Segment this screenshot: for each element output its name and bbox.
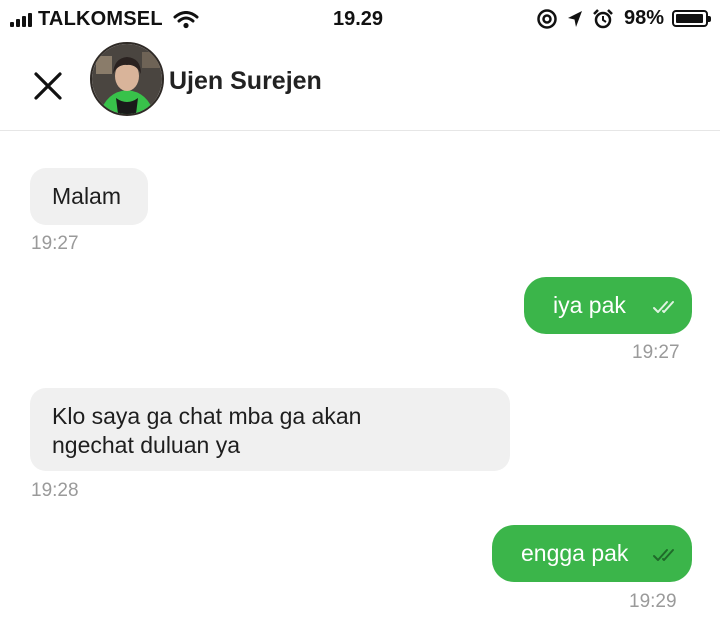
message-bubble-outgoing[interactable]: engga pak	[492, 525, 692, 582]
battery-fill	[676, 14, 704, 23]
message-text: iya pak	[553, 292, 626, 318]
signal-icon	[10, 12, 32, 27]
message-text: engga pak	[521, 540, 629, 566]
message-bubble-incoming[interactable]: Malam	[30, 168, 148, 225]
status-bar-right: 98%	[536, 7, 711, 30]
message-timestamp: 19:27	[31, 233, 79, 254]
avatar-image	[92, 44, 162, 114]
alarm-icon	[593, 8, 613, 28]
message-text-line: ngechat duluan ya	[52, 432, 240, 458]
message-text: Malam	[52, 183, 122, 209]
wifi-icon	[173, 10, 199, 28]
message-timestamp: 19:27	[632, 342, 680, 363]
status-bar: TALKOMSEL 19.29 98%	[0, 0, 720, 38]
double-check-icon	[653, 301, 674, 313]
at-icon	[537, 8, 557, 29]
message-bubble-outgoing[interactable]: iya pak	[524, 277, 692, 334]
message-timestamp: 19:28	[31, 480, 79, 501]
message-timestamp: 19:29	[629, 591, 677, 612]
battery-percent: 98%	[623, 7, 664, 29]
battery-icon	[672, 10, 711, 27]
message-bubble-incoming[interactable]: Klo saya ga chat mba ga akan ngechat dul…	[30, 388, 510, 471]
double-check-icon	[653, 549, 674, 561]
contact-name: Ujen Surejen	[169, 67, 322, 95]
chat-header: Ujen Surejen	[0, 38, 720, 131]
status-bar-left: TALKOMSEL	[10, 8, 199, 31]
chat-screen: TALKOMSEL 19.29 98% Ujen Surejen Malam 1…	[0, 0, 720, 630]
avatar[interactable]	[90, 42, 164, 116]
status-bar-time: 19.29	[333, 8, 384, 30]
close-icon[interactable]	[30, 68, 66, 104]
location-arrow-icon	[567, 10, 582, 27]
carrier-label: TALKOMSEL	[38, 8, 163, 30]
